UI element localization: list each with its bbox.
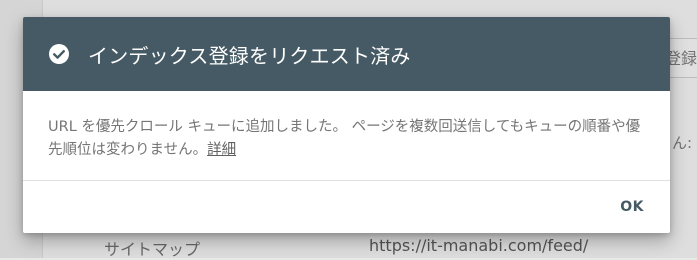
dialog-message: URL を優先クロール キューに追加しました。 ページを複数回送信してもキューの… xyxy=(48,119,641,158)
ok-button[interactable]: OK xyxy=(612,192,652,222)
check-circle-icon xyxy=(48,43,70,65)
details-link[interactable]: 詳細 xyxy=(207,142,236,158)
indexing-requested-dialog: インデックス登録をリクエスト済み URL を優先クロール キューに追加しました。… xyxy=(23,17,670,233)
dialog-body: URL を優先クロール キューに追加しました。 ページを複数回送信してもキューの… xyxy=(23,91,670,180)
dialog-header: インデックス登録をリクエスト済み xyxy=(23,17,670,91)
dialog-title: インデックス登録をリクエスト済み xyxy=(88,43,411,68)
dialog-actions: OK xyxy=(23,181,670,233)
